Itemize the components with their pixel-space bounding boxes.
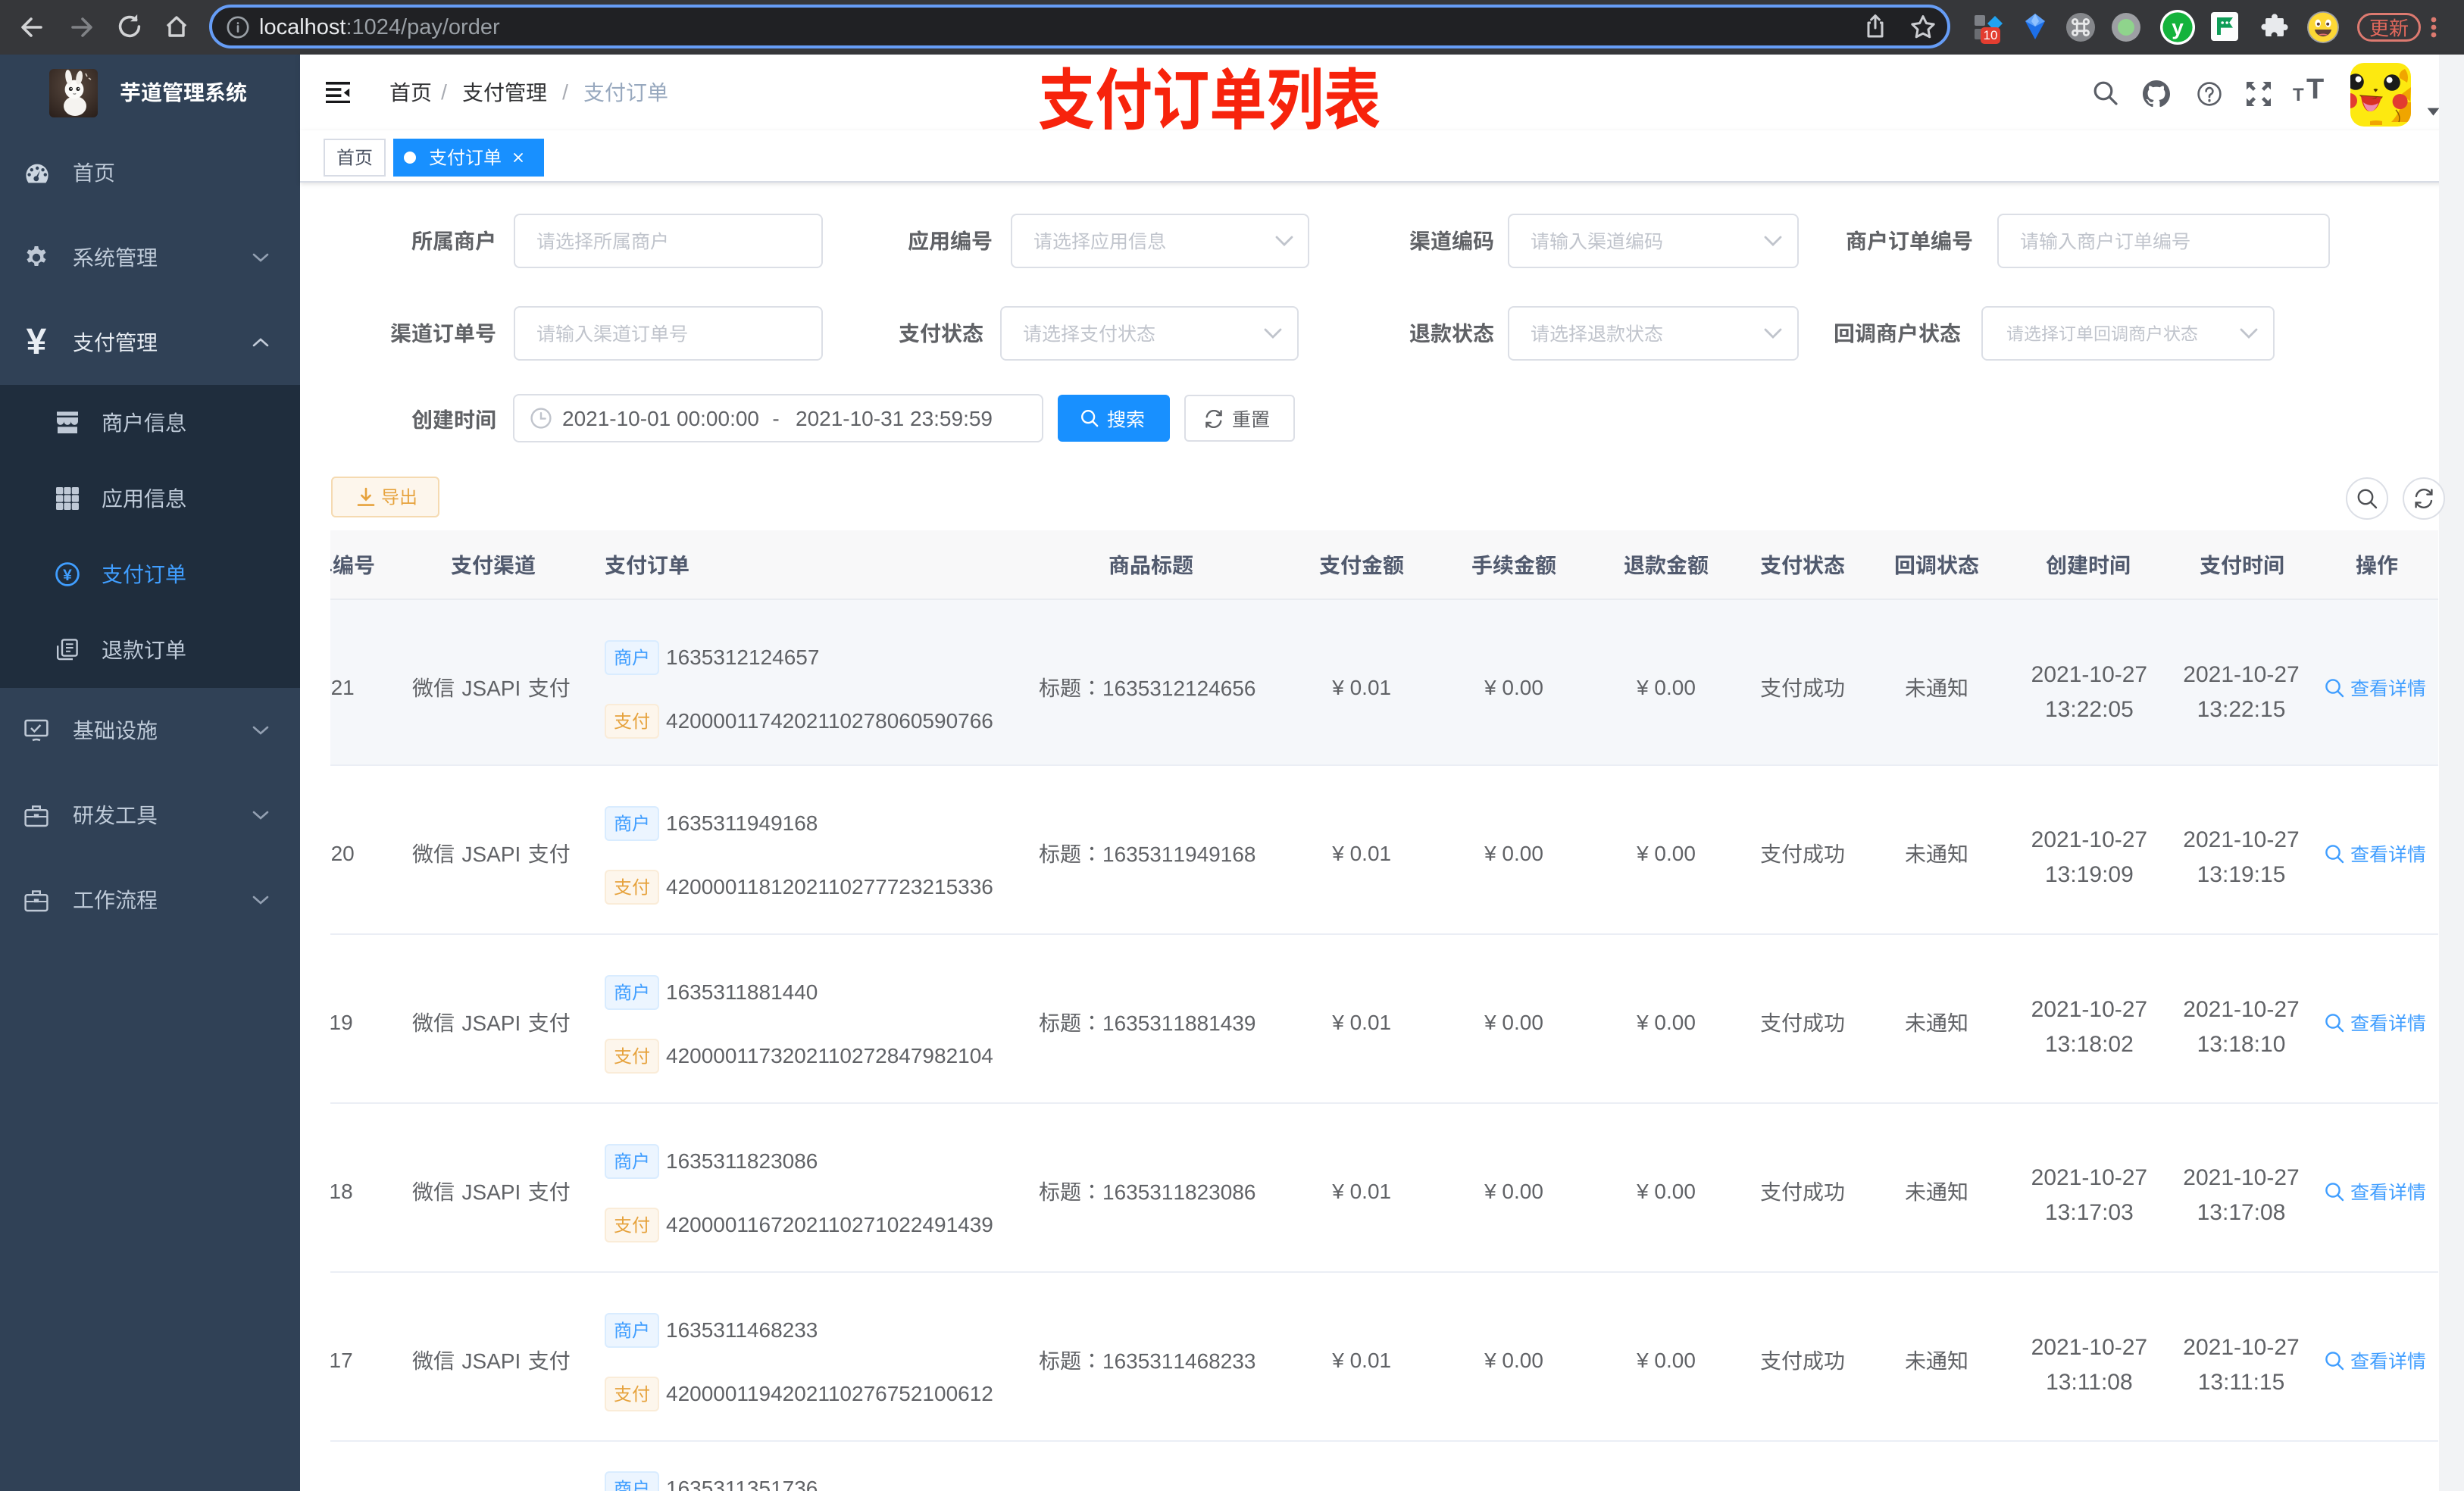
svg-text:¥: ¥ (63, 567, 72, 584)
svg-text:y: y (2172, 16, 2184, 39)
